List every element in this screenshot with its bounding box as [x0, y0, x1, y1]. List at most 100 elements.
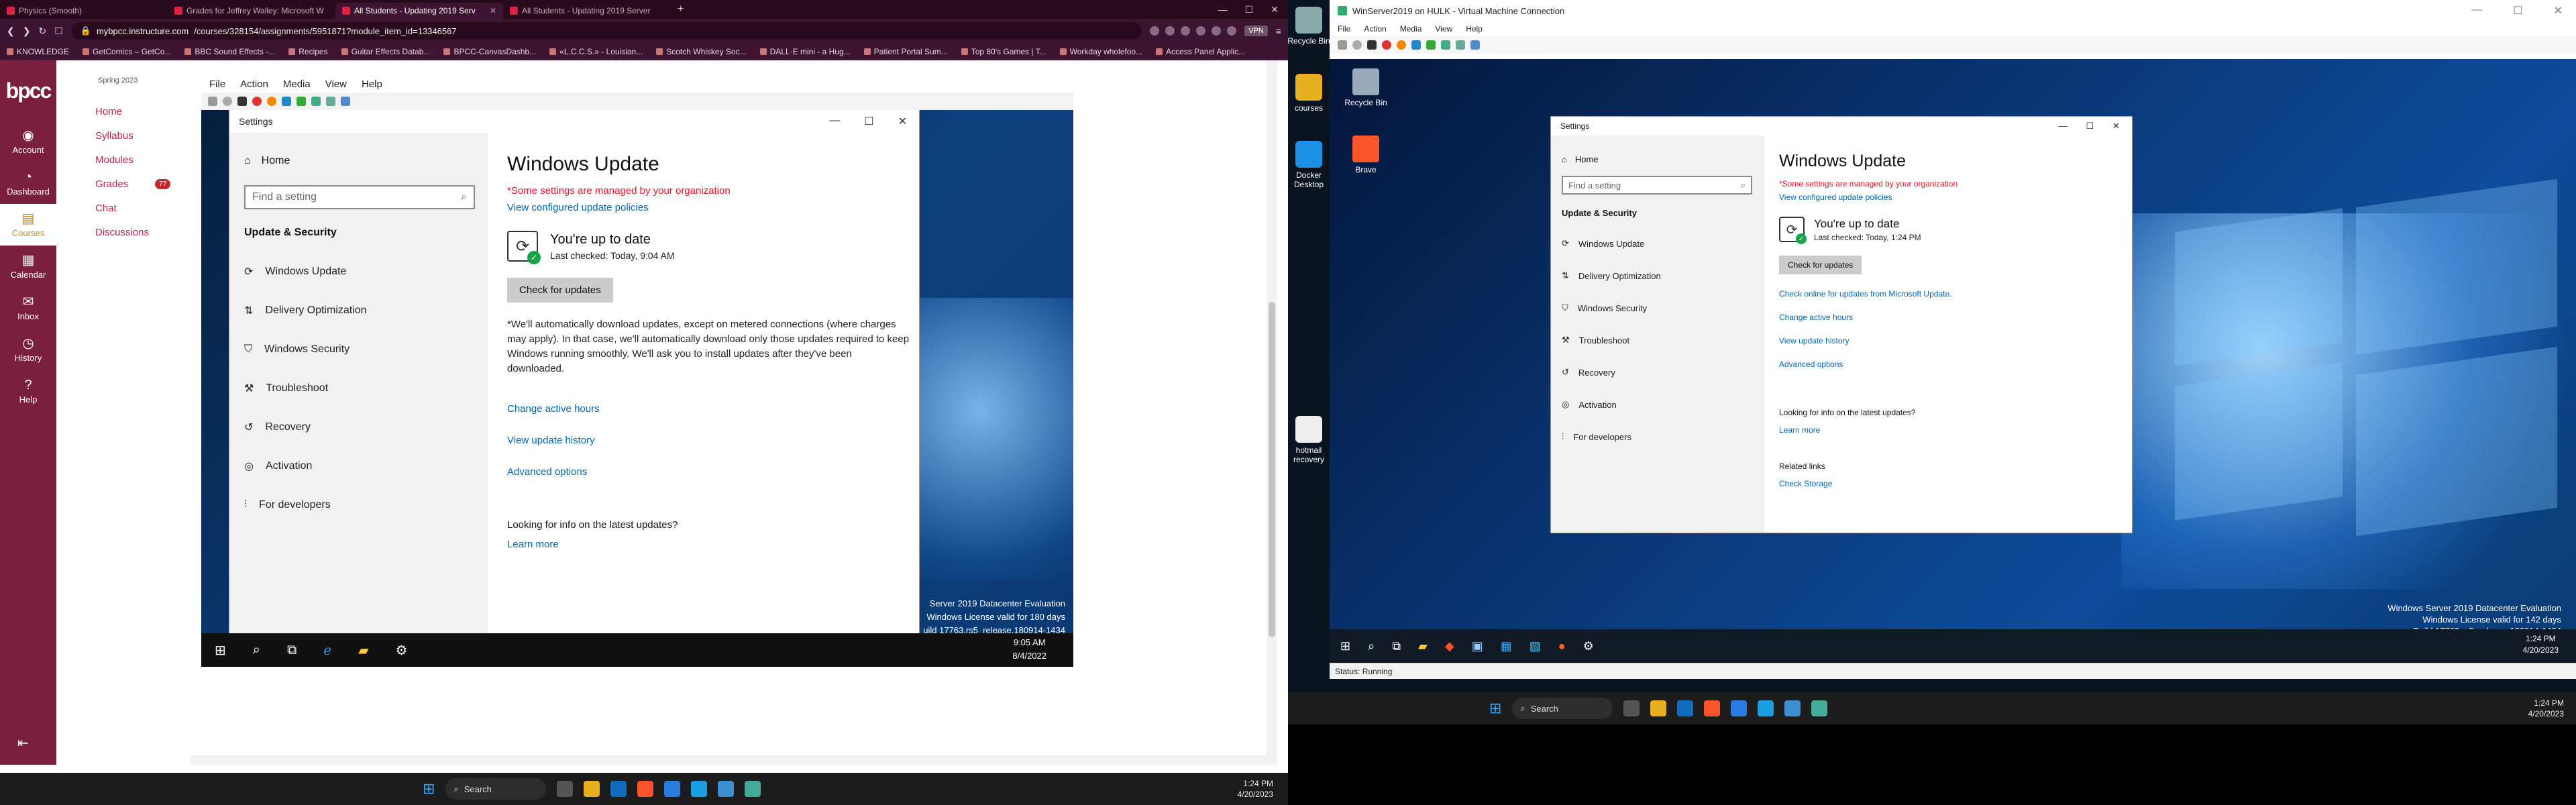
outlook-icon[interactable]	[610, 781, 627, 797]
nav-calendar[interactable]: ▦ Calendar	[0, 246, 56, 287]
save-state-icon[interactable]	[267, 97, 276, 106]
menu-view[interactable]: View	[1435, 24, 1452, 34]
revert-icon[interactable]	[341, 97, 350, 106]
save-state-icon[interactable]	[1397, 40, 1406, 50]
course-nav-discussions[interactable]: Discussions	[76, 220, 191, 244]
close-icon[interactable]: ✕	[898, 115, 907, 128]
desktop-icon-courses[interactable]: courses	[1288, 74, 1332, 113]
ctrl-alt-del-icon[interactable]	[208, 97, 217, 106]
scroll-thumb[interactable]	[1269, 302, 1275, 637]
minimize-icon[interactable]: —	[2471, 4, 2482, 17]
windows-start-icon[interactable]: ⊞	[423, 780, 435, 798]
app-icon[interactable]: ▧	[1529, 639, 1541, 653]
checkpoint-icon[interactable]	[326, 97, 335, 106]
check-storage-link[interactable]: Check Storage	[1779, 479, 2117, 488]
check-online-link[interactable]: Check online for updates from Microsoft …	[1779, 289, 2117, 299]
view-update-history-link[interactable]: View update history	[507, 435, 900, 446]
bookmark-item[interactable]: Top 80's Games | T...	[961, 47, 1046, 56]
extension-icon[interactable]	[1181, 26, 1191, 36]
check-updates-button[interactable]: Check for updates	[1779, 256, 1862, 274]
nav-account[interactable]: ◉ Account	[0, 121, 56, 162]
nav-inbox[interactable]: ✉ Inbox	[0, 287, 56, 329]
outlook-icon[interactable]	[1677, 700, 1694, 716]
nav-courses[interactable]: ▤ Courses	[0, 204, 56, 246]
reset-icon[interactable]	[311, 97, 321, 106]
sidebar-item-windows-update[interactable]: ⟳ Windows Update	[1551, 227, 1764, 260]
bookmark-item[interactable]: BBC Sound Effects -...	[184, 47, 275, 56]
bpcc-logo[interactable]: bpcc	[0, 60, 56, 121]
search-icon[interactable]: ⌕	[1368, 639, 1375, 653]
advanced-options-link[interactable]: Advanced options	[1779, 360, 2117, 369]
browser-tab[interactable]: All Students - Updating 2019 Server	[503, 3, 671, 19]
nav-history[interactable]: ◷ History	[0, 329, 56, 370]
taskbar-search[interactable]: ⌕ Search	[1512, 698, 1613, 719]
revert-icon[interactable]	[1470, 40, 1480, 50]
edge-icon[interactable]: ℯ	[323, 642, 331, 659]
extension-icon[interactable]	[1196, 26, 1206, 36]
horizontal-scrollbar[interactable]	[191, 755, 1277, 765]
new-tab-icon[interactable]: +	[671, 3, 690, 15]
close-icon[interactable]: ✕	[2112, 121, 2120, 131]
task-view-icon[interactable]	[557, 781, 574, 797]
task-view-icon[interactable]	[1623, 700, 1640, 716]
reload-icon[interactable]: ↻	[38, 25, 46, 37]
menu-file[interactable]: File	[209, 78, 225, 90]
nav-help[interactable]: ? Help	[0, 370, 56, 412]
sidebar-item-for-developers[interactable]: ⫶ For developers	[229, 486, 488, 525]
menu-help[interactable]: Help	[1466, 24, 1483, 34]
stop-icon[interactable]	[1367, 40, 1377, 50]
menu-media[interactable]: Media	[1400, 24, 1422, 34]
minimize-icon[interactable]: —	[1218, 4, 1228, 15]
task-view-icon[interactable]: ⧉	[287, 643, 297, 658]
brave-icon[interactable]: ◆	[1445, 639, 1454, 653]
vm-icon-brave[interactable]: Brave	[1339, 136, 1393, 174]
sidebar-item-for-developers[interactable]: ⫶ For developers	[1551, 421, 1764, 453]
menu-icon[interactable]: ≡	[1276, 25, 1281, 36]
app-icon[interactable]	[691, 781, 708, 797]
extension-icon[interactable]	[1150, 26, 1160, 36]
ctrl-alt-del-icon[interactable]	[1338, 40, 1347, 50]
vscode-icon[interactable]	[1731, 700, 1748, 716]
app-icon[interactable]: ●	[1558, 639, 1566, 653]
change-active-hours-link[interactable]: Change active hours	[1779, 313, 2117, 322]
extension-icon[interactable]	[1165, 26, 1175, 36]
settings-gear-icon[interactable]: ⚙	[395, 642, 407, 659]
sidebar-item-recovery[interactable]: ↺ Recovery	[229, 408, 488, 447]
bookmark-item[interactable]: Scotch Whiskey Soc...	[656, 47, 746, 56]
file-explorer-icon[interactable]: ▰	[358, 642, 368, 659]
app-icon[interactable]	[745, 781, 761, 797]
desktop-icon-docker[interactable]: Docker Desktop	[1288, 141, 1332, 189]
bookmark-item[interactable]: GetComics – GetCo...	[83, 47, 171, 56]
course-nav-syllabus[interactable]: Syllabus	[76, 123, 191, 148]
url-bar[interactable]: 🔒 mybpcc.instructure.com/courses/328154/…	[70, 22, 1142, 40]
course-nav-home[interactable]: Home	[76, 99, 191, 123]
bookmark-icon[interactable]: ☐	[54, 25, 63, 37]
menu-view[interactable]: View	[325, 78, 347, 90]
shutdown-icon[interactable]	[1382, 40, 1391, 50]
shutdown-icon[interactable]	[252, 97, 262, 106]
maximize-icon[interactable]: ☐	[2513, 4, 2522, 17]
view-policies-link[interactable]: View configured update policies	[507, 202, 900, 213]
back-icon[interactable]: ❮	[7, 25, 15, 37]
app-icon[interactable]	[1758, 700, 1774, 716]
sidebar-item-windows-security[interactable]: ⛉ Windows Security	[229, 330, 488, 369]
minimize-icon[interactable]: —	[2058, 121, 2067, 131]
maximize-icon[interactable]: ☐	[1245, 4, 1254, 15]
sidebar-item-troubleshoot[interactable]: ⚒ Troubleshoot	[229, 369, 488, 408]
start-icon[interactable]: ⊞	[1340, 639, 1350, 653]
menu-action[interactable]: Action	[1364, 24, 1386, 34]
vpn-button[interactable]: VPN	[1244, 25, 1268, 36]
browser-tab[interactable]: Grades for Jeffrey Walley: Microsoft W	[168, 3, 335, 19]
bookmark-item[interactable]: Workday wholefoo...	[1060, 47, 1143, 56]
windows-start-icon[interactable]: ⊞	[1489, 700, 1501, 717]
check-updates-button[interactable]: Check for updates	[507, 278, 613, 303]
store-icon[interactable]: ▦	[1501, 639, 1512, 653]
course-nav-chat[interactable]: Chat	[76, 196, 191, 220]
extension-icon[interactable]	[1227, 26, 1237, 36]
learn-more-link[interactable]: Learn more	[507, 539, 900, 550]
course-nav-modules[interactable]: Modules	[76, 148, 191, 172]
file-explorer-icon[interactable]	[584, 781, 600, 797]
view-update-history-link[interactable]: View update history	[1779, 336, 2117, 345]
bookmark-item[interactable]: BPCC-CanvasDashb...	[443, 47, 536, 56]
bookmark-item[interactable]: KNOWLEDGE	[7, 47, 69, 56]
